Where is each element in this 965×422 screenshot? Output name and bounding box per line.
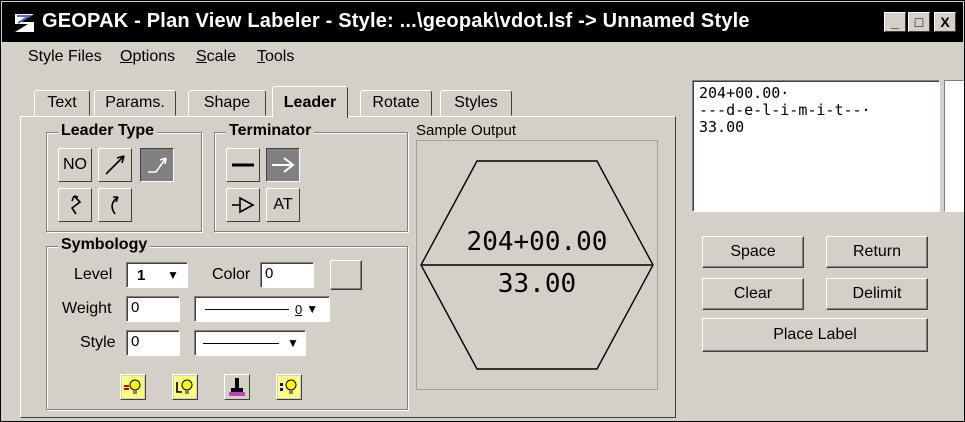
title-bar[interactable]: GEOPAK - Plan View Labeler - Style: ...\…	[2, 2, 963, 42]
clear-button[interactable]: Clear	[702, 278, 804, 310]
level-dropdown[interactable]: 1 ▼	[126, 262, 188, 288]
menu-tools[interactable]: Tools	[257, 48, 294, 66]
style-label: Style	[80, 334, 116, 351]
sample-line-1: 204+00.00	[466, 227, 608, 257]
terminator-at-label: AT	[273, 196, 293, 213]
line-icon	[232, 163, 254, 167]
lightbulb-l-icon	[174, 376, 196, 398]
minimize-icon: _	[891, 14, 899, 30]
lightbulb-equals-icon	[122, 376, 144, 398]
return-button[interactable]: Return	[826, 236, 928, 268]
weight-line-dropdown[interactable]: 0 ▼	[194, 296, 330, 322]
tab-rotate[interactable]: Rotate	[360, 90, 432, 116]
leader-type-title: Leader Type	[58, 122, 158, 140]
menu-scale[interactable]: Scale	[196, 48, 236, 66]
label-text-area[interactable]: 204+00.00· ---d-e-l-i-m-i-t--· 33.00	[692, 80, 940, 212]
zigzag-arrow-icon	[70, 195, 82, 215]
text-line-3: 33.00	[699, 118, 745, 136]
match-symbology-button[interactable]	[224, 374, 250, 400]
style-line-dropdown[interactable]: ▼	[194, 330, 306, 356]
color-field[interactable]: 0	[260, 262, 314, 288]
tab-styles[interactable]: Styles	[440, 90, 512, 116]
sample-output-title: Sample Output	[416, 122, 517, 139]
terminator-none-button[interactable]	[226, 148, 260, 182]
menu-bar: Style Files Options Scale Tools	[2, 42, 963, 72]
maximize-button[interactable]: □	[908, 12, 930, 32]
arrow-right-icon	[272, 157, 295, 173]
text-area-side-panel	[944, 80, 964, 212]
tab-shape[interactable]: Shape	[188, 90, 266, 116]
weight-combo-value: 0	[295, 301, 303, 317]
leader-type-arc-button[interactable]	[98, 188, 132, 222]
terminator-title: Terminator	[226, 122, 315, 140]
tab-leader[interactable]: Leader	[272, 86, 348, 118]
leader-none-label: NO	[63, 156, 87, 173]
menu-scale-mnemonic: S	[196, 48, 207, 65]
menu-tools-mnemonic: T	[257, 48, 265, 65]
text-line-2: ---d-e-l-i-m-i-t--·	[699, 101, 871, 119]
sample-line-2: 33.00	[497, 269, 577, 299]
terminator-at-button[interactable]: AT	[266, 188, 300, 222]
weight-line-sample	[205, 308, 289, 310]
menu-tools-rest: ools	[265, 48, 295, 65]
paintbrush-icon	[226, 376, 248, 398]
close-button[interactable]: X	[934, 12, 956, 32]
terminator-arrow-button[interactable]	[266, 148, 300, 182]
level-lookup-button[interactable]	[120, 374, 146, 400]
leader-type-straight-button[interactable]	[98, 148, 132, 182]
sample-output-area: 204+00.00 33.00	[416, 140, 658, 390]
symbology-title: Symbology	[58, 236, 151, 254]
geopak-logo-icon	[15, 14, 34, 32]
tab-text[interactable]: Text	[34, 90, 90, 116]
maximize-icon: □	[914, 14, 924, 30]
menu-scale-rest: cale	[206, 48, 237, 65]
minimize-button[interactable]: _	[884, 12, 906, 32]
delimit-button[interactable]: Delimit	[826, 278, 928, 310]
menu-options-mnemonic: O	[120, 48, 133, 65]
level-pick-button[interactable]	[172, 374, 198, 400]
arc-arrow-icon	[111, 196, 119, 215]
chevron-down-icon: ▼	[167, 268, 179, 282]
chevron-down-icon: ▼	[306, 302, 319, 316]
leader-type-curved-button[interactable]	[58, 188, 92, 222]
tab-params[interactable]: Params.	[94, 90, 176, 116]
close-icon: X	[940, 14, 950, 30]
weight-field[interactable]: 0	[126, 296, 180, 322]
bent-arrow-icon	[148, 157, 167, 173]
level-label: Level	[74, 266, 113, 283]
level-value: 1	[137, 266, 146, 284]
style-field[interactable]: 0	[126, 330, 180, 356]
color-label: Color	[212, 266, 251, 283]
place-label-button[interactable]: Place Label	[702, 318, 928, 352]
menu-style-files[interactable]: Style Files	[28, 48, 102, 66]
open-triangle-arrow-icon	[232, 196, 255, 214]
terminator-open-arrow-button[interactable]	[226, 188, 260, 222]
chevron-down-icon: ▼	[287, 336, 299, 350]
weight-label: Weight	[62, 300, 112, 317]
leader-type-none-button[interactable]: NO	[58, 148, 92, 182]
text-line-1: 204+00.00·	[699, 84, 790, 102]
menu-options[interactable]: Options	[120, 48, 175, 66]
lightbulb-dots-icon	[278, 376, 300, 398]
window-title: GEOPAK - Plan View Labeler - Style: ...\…	[42, 10, 750, 32]
style-line-sample	[203, 342, 279, 344]
level-list-button[interactable]	[276, 374, 302, 400]
color-swatch-button[interactable]	[330, 260, 362, 290]
straight-arrow-icon	[105, 155, 125, 175]
space-button[interactable]: Space	[702, 236, 804, 268]
sample-hexagon	[420, 160, 654, 370]
menu-options-rest: ptions	[132, 48, 176, 65]
leader-type-bent-button[interactable]	[140, 148, 174, 182]
